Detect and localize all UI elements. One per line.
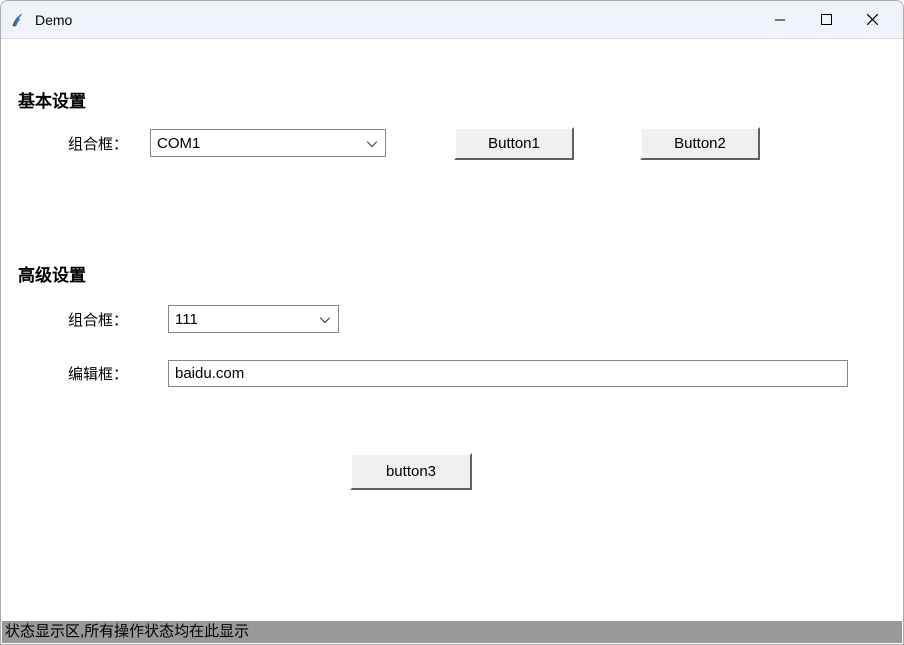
window-title: Demo [35,12,72,28]
close-button[interactable] [849,1,895,39]
content-area: 基本设置 组合框： COM1 Button1 Button2 高级设置 组合框：… [1,39,903,622]
button3-label: button3 [386,463,436,480]
button1-label: Button1 [488,135,540,152]
section2-title: 高级设置 [18,261,86,286]
combo-row-1: 组合框： COM1 [68,129,386,157]
combo-row-2: 组合框： 111 [68,305,339,333]
status-text: 状态显示区,所有操作状态均在此显示 [5,623,249,640]
button1[interactable]: Button1 [454,127,574,160]
combo1[interactable]: COM1 [150,129,386,157]
edit-input[interactable] [168,360,848,387]
section1-title: 基本设置 [18,87,86,112]
chevron-down-icon [320,311,330,328]
maximize-button[interactable] [803,1,849,39]
combo1-label: 组合框： [68,133,150,154]
button3[interactable]: button3 [350,453,472,490]
combo2[interactable]: 111 [168,305,339,333]
combo1-value: COM1 [157,135,200,152]
tk-feather-icon [9,11,27,29]
button2[interactable]: Button2 [640,127,760,160]
edit-label: 编辑框： [68,363,168,384]
status-bar: 状态显示区,所有操作状态均在此显示 [2,621,902,643]
combo2-value: 111 [175,311,198,328]
titlebar: Demo [1,1,903,39]
button2-label: Button2 [674,135,726,152]
minimize-button[interactable] [757,1,803,39]
chevron-down-icon [367,135,377,152]
edit-row: 编辑框： [68,360,848,387]
combo2-label: 组合框： [68,309,168,330]
